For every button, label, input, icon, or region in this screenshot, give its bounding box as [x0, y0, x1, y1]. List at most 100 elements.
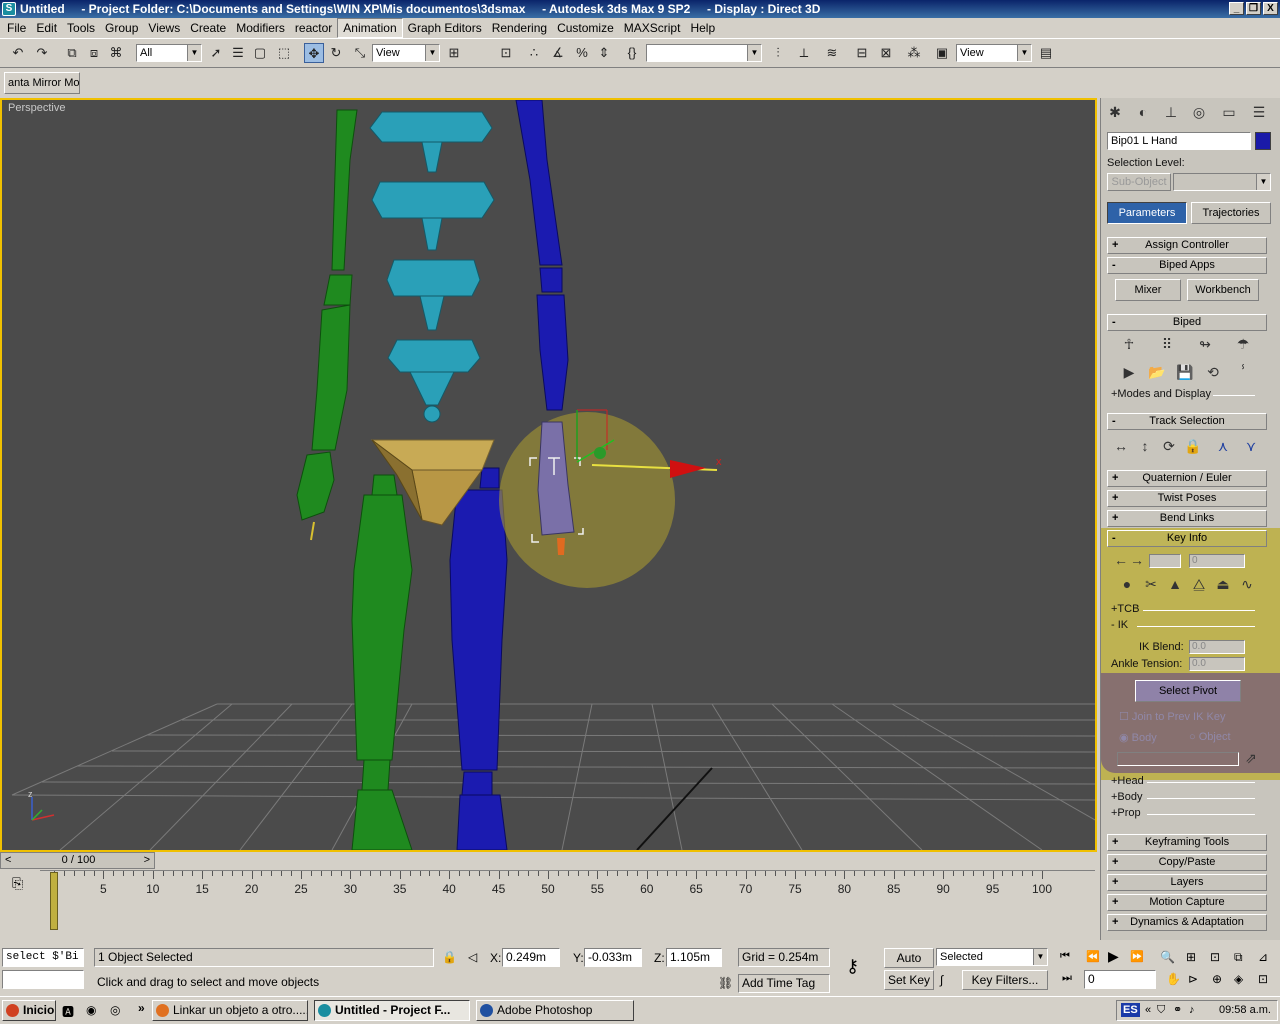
menu-reactor[interactable]: reactor [290, 19, 337, 37]
set-key-icon[interactable]: ● [1117, 576, 1137, 592]
quicklaunch-icon-1[interactable]: 🅰 [62, 1003, 74, 1020]
load-file-icon[interactable]: 📂 [1147, 364, 1167, 381]
parameters-tab[interactable]: Parameters [1107, 202, 1187, 224]
z-coordinate-field[interactable]: 1.105m [666, 948, 722, 967]
quicklaunch-icon-2[interactable]: ◉ [86, 1003, 96, 1017]
select-manipulate-icon[interactable]: ⊡ [496, 43, 516, 63]
quicklaunch-icon-3[interactable]: ◎ [110, 1003, 120, 1017]
schematic-view-icon[interactable]: ⊠ [876, 43, 896, 63]
start-button[interactable]: Inicio [2, 1000, 56, 1021]
body-rotation-icon[interactable]: ⟳ [1159, 438, 1179, 455]
biped-playback-icon[interactable]: ▶ [1119, 364, 1139, 381]
mixer-button[interactable]: Mixer [1115, 279, 1181, 301]
menu-rendering[interactable]: Rendering [487, 19, 552, 37]
render-view-dropdown[interactable]: View ▼ [956, 44, 1032, 62]
modes-display-label[interactable]: +Modes and Display [1111, 388, 1211, 400]
tray-volume-icon[interactable]: ♪ [1189, 1001, 1195, 1020]
ik-blend-spinner[interactable]: 0.0 [1189, 640, 1245, 654]
selection-lock-icon[interactable]: 🔒 [442, 950, 457, 964]
menu-graph-editors[interactable]: Graph Editors [403, 19, 487, 37]
menu-file[interactable]: File [2, 19, 31, 37]
object-name-field[interactable]: Bip01 L Hand [1107, 132, 1251, 150]
mirror-icon[interactable]: ⫶ [768, 43, 788, 63]
body-section-label[interactable]: +Body [1111, 791, 1143, 803]
tray-shield-icon[interactable]: ⛉ [1157, 1001, 1165, 1020]
named-selection-sets-dropdown[interactable]: ▼ [646, 44, 762, 62]
select-and-rotate-icon[interactable]: ↻ [326, 43, 346, 63]
rollup-track-selection[interactable]: - Track Selection [1107, 413, 1267, 430]
set-planted-key-icon[interactable]: ▲ [1165, 576, 1185, 592]
play-icon[interactable]: ▶ [1108, 948, 1119, 965]
symmetrical-icon[interactable]: ⋏ [1213, 438, 1233, 455]
biped-spine[interactable] [369, 111, 495, 423]
taskbar-task-photoshop[interactable]: Adobe Photoshop [476, 1000, 634, 1021]
language-indicator[interactable]: ES [1121, 1003, 1140, 1017]
angle-snap-icon[interactable]: ∡ [548, 43, 568, 63]
rollup-quaternion-euler[interactable]: + Quaternion / Euler [1107, 470, 1267, 487]
key-icon[interactable]: ⚷ [846, 956, 859, 977]
rollup-key-info[interactable]: - Key Info [1107, 530, 1267, 547]
modify-tab-icon[interactable]: ◐ [1133, 104, 1153, 120]
spinner-snap-icon[interactable]: ⇕ [594, 43, 614, 63]
window-crossing-icon[interactable]: ⬚ [274, 43, 294, 63]
menu-help[interactable]: Help [685, 19, 720, 37]
zoom-icon[interactable]: 🔍 [1160, 950, 1175, 964]
convert-icon[interactable]: ⟲ [1203, 364, 1223, 381]
tcb-label[interactable]: +TCB [1111, 603, 1139, 615]
utilities-tab-icon[interactable]: ☰ [1249, 104, 1269, 121]
menu-create[interactable]: Create [185, 19, 231, 37]
set-key-button[interactable]: Set Key [884, 970, 934, 990]
quick-render-icon[interactable]: ▤ [1036, 43, 1056, 63]
time-slider[interactable]: < 0 / 100 > [0, 852, 155, 869]
object-radio[interactable]: ○ Object [1189, 731, 1231, 743]
prop-label[interactable]: +Prop [1111, 807, 1141, 819]
menu-edit[interactable]: Edit [31, 19, 62, 37]
save-file-icon[interactable]: 💾 [1175, 364, 1195, 381]
maxscript-listener-field[interactable]: select $'Bi [2, 948, 84, 967]
ik-label[interactable]: - IK [1111, 619, 1128, 631]
display-tab-icon[interactable]: ▭ [1219, 104, 1239, 121]
pivot-center-icon[interactable]: ⊞ [444, 43, 464, 63]
rollup-bend-links[interactable]: + Bend Links [1107, 510, 1267, 527]
bind-space-warp-icon[interactable]: ⌘ [106, 43, 126, 63]
rollup-biped[interactable]: - Biped [1107, 314, 1267, 331]
rollup-layers[interactable]: + Layers [1107, 874, 1267, 891]
hierarchy-tab-icon[interactable]: ⊥ [1161, 104, 1181, 121]
body-horizontal-icon[interactable]: ↔ [1111, 438, 1131, 454]
rollup-keyframing-tools[interactable]: + Keyframing Tools [1107, 834, 1267, 851]
workbench-button[interactable]: Workbench [1187, 279, 1259, 301]
current-frame-field[interactable]: 0 [1084, 970, 1156, 989]
next-key-icon[interactable]: → [1127, 552, 1147, 568]
figure-mode-icon[interactable]: ☥ [1119, 336, 1139, 353]
arc-rotate-icon[interactable]: ⊕ [1212, 972, 1222, 986]
delete-key-icon[interactable]: ✂ [1141, 576, 1161, 593]
key-mode-toggle-icon[interactable]: ⏭ [1062, 972, 1072, 985]
lock-com-icon[interactable]: 🔒 [1183, 438, 1203, 455]
menu-customize[interactable]: Customize [552, 19, 619, 37]
field-of-view-icon[interactable]: ⊿ [1258, 950, 1268, 964]
head-label[interactable]: +Head [1111, 775, 1144, 787]
x-coordinate-field[interactable]: 0.249m [502, 948, 560, 967]
sub-object-button[interactable]: Sub-Object [1107, 173, 1171, 191]
join-prev-ik-checkbox[interactable]: ☐ Join to Prev IK Key [1119, 710, 1225, 723]
redo-icon[interactable]: ↷ [32, 43, 52, 63]
key-time-field[interactable]: 0 [1189, 554, 1245, 568]
key-number-field[interactable] [1149, 554, 1181, 568]
minimize-button[interactable]: _ [1229, 2, 1244, 15]
footstep-mode-icon[interactable]: ⠿ [1157, 336, 1177, 353]
material-editor-icon[interactable]: ⁂ [904, 43, 924, 63]
select-and-scale-icon[interactable]: ⤡ [350, 43, 370, 63]
rollup-copy-paste[interactable]: + Copy/Paste [1107, 854, 1267, 871]
motion-flow-icon[interactable]: ↬ [1195, 336, 1215, 353]
goto-start-icon[interactable]: ⏮ [1060, 950, 1070, 963]
edit-named-selection-icon[interactable]: {} [622, 43, 642, 63]
menu-modifiers[interactable]: Modifiers [231, 19, 290, 37]
rollup-biped-apps[interactable]: - Biped Apps [1107, 257, 1267, 274]
key-filters-button[interactable]: Key Filters... [962, 970, 1048, 990]
maximize-button[interactable]: ❐ [1246, 2, 1261, 15]
ankle-tension-spinner[interactable]: 0.0 [1189, 657, 1245, 671]
undo-icon[interactable]: ↶ [8, 43, 28, 63]
select-pivot-button[interactable]: Select Pivot [1135, 680, 1241, 702]
time-slider-next[interactable]: > [144, 853, 150, 868]
rollup-twist-poses[interactable]: + Twist Poses [1107, 490, 1267, 507]
